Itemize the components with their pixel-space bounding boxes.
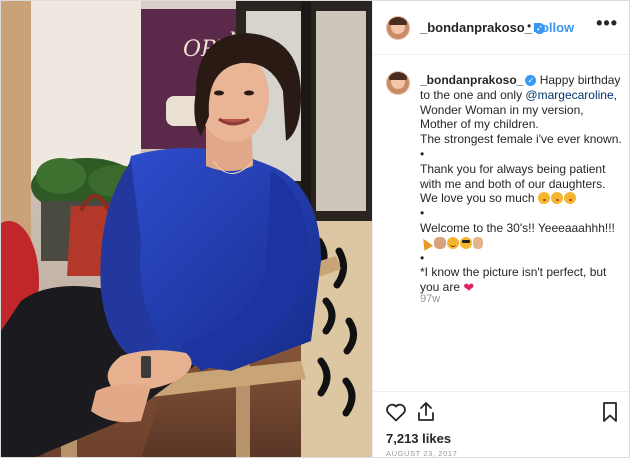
photo-illustration: OPE NO bbox=[1, 1, 372, 457]
post-header: _bondanprakoso_ ✓ • Follow ••• bbox=[373, 1, 629, 55]
caption-avatar[interactable] bbox=[386, 71, 410, 95]
caption-username[interactable]: _bondanprakoso_ bbox=[420, 73, 523, 87]
post-side-panel: _bondanprakoso_ ✓ • Follow ••• _bondanpra… bbox=[372, 1, 629, 457]
caption-punct: , bbox=[613, 87, 617, 102]
caption-line-10: *I know the picture isn't perfect, but bbox=[420, 265, 607, 280]
caption-line-5: The strongest female i've ever known. bbox=[420, 132, 622, 147]
caption-line-9: Welcome to the 30's!! Yeeeaaahhh!!! bbox=[420, 220, 615, 235]
caption-line-1: Happy birthday bbox=[539, 73, 621, 87]
caption-comment: _bondanprakoso_ ✓ Happy birthday to the o… bbox=[373, 55, 629, 355]
party-popper-emoji-icon bbox=[420, 237, 433, 249]
caption-line-8: We love you so much bbox=[420, 191, 535, 206]
caption-line-7: with me and both of our daughters. bbox=[420, 176, 606, 191]
username-text[interactable]: _bondanprakoso_ bbox=[420, 20, 532, 35]
avatar[interactable] bbox=[386, 16, 410, 40]
separator-dot: • bbox=[527, 19, 532, 33]
caption-line-4: Mother of my children. bbox=[420, 117, 539, 132]
share-icon[interactable] bbox=[414, 400, 438, 424]
caption-bullet: • bbox=[420, 250, 425, 265]
kiss-emoji-icon bbox=[550, 192, 563, 205]
post-date[interactable]: AUGUST 23, 2017 bbox=[386, 449, 457, 457]
relative-time[interactable]: 97w bbox=[420, 293, 440, 305]
instagram-post-embed: OPE NO bbox=[0, 0, 630, 458]
verified-badge-icon: ✓ bbox=[525, 75, 537, 87]
caption-text: _bondanprakoso_ ✓ Happy birthday to the o… bbox=[420, 73, 622, 296]
caption-line-3: Wonder Woman in my version, bbox=[420, 102, 584, 117]
bookmark-icon[interactable] bbox=[598, 400, 622, 424]
heart-emoji-icon: ❤ bbox=[463, 280, 475, 296]
smile-emoji-icon bbox=[447, 236, 459, 249]
sunglasses-emoji-icon bbox=[460, 236, 472, 249]
family-emoji-icon bbox=[434, 236, 446, 249]
thumbs-up-emoji-icon bbox=[473, 236, 483, 249]
more-options-icon[interactable]: ••• bbox=[596, 13, 618, 34]
caption-line-6: Thank you for always being patient bbox=[420, 161, 606, 176]
heart-outline-icon[interactable] bbox=[384, 400, 408, 424]
likes-count[interactable]: 7,213 likes bbox=[386, 431, 451, 446]
caption-line-2: to the one and only bbox=[420, 87, 526, 102]
caption-bullet: • bbox=[420, 206, 425, 221]
post-photo[interactable]: OPE NO bbox=[1, 1, 372, 457]
kiss-emoji-icon bbox=[563, 192, 576, 205]
action-bar bbox=[373, 391, 629, 431]
mention-link[interactable]: @margecaroline bbox=[525, 88, 613, 102]
kiss-emoji-icon bbox=[537, 192, 550, 205]
follow-button[interactable]: Follow bbox=[533, 20, 574, 35]
caption-bullet: • bbox=[420, 146, 425, 161]
